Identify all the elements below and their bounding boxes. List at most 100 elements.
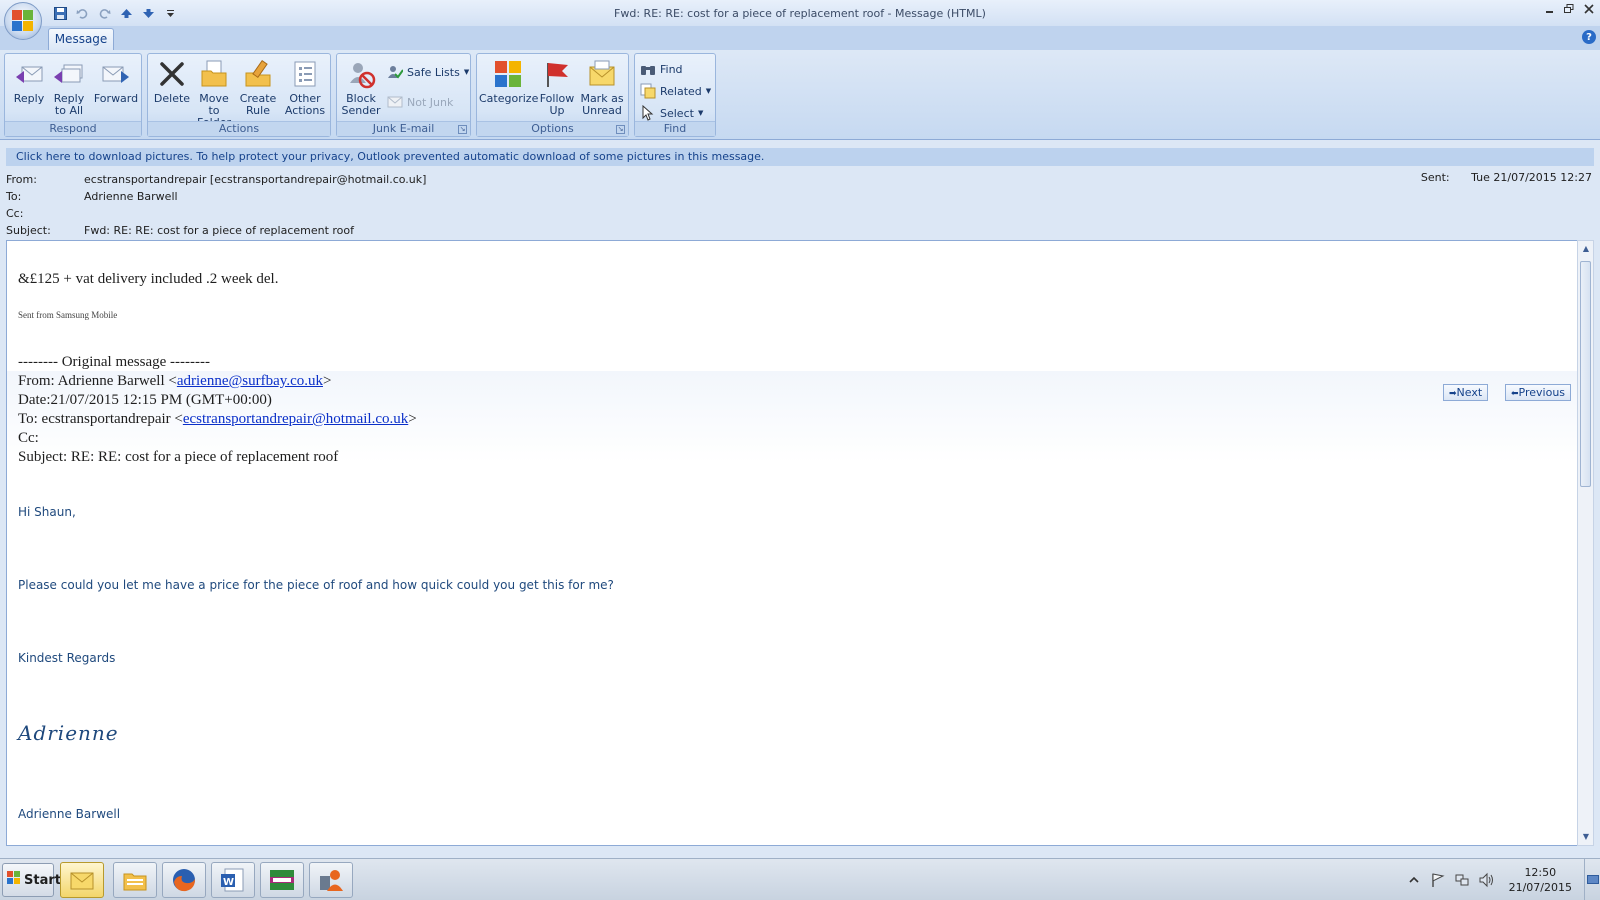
next-arrow-icon: ➡ (1449, 389, 1457, 399)
to-value[interactable]: Adrienne Barwell (84, 190, 178, 203)
help-icon[interactable]: ? (1582, 30, 1596, 44)
safe-lists-icon (387, 64, 403, 80)
previous-message-button[interactable]: ⬅Previous (1505, 384, 1572, 401)
svg-text:W: W (223, 877, 234, 888)
ribbon-tab-strip: Message (0, 26, 1600, 50)
not-junk-button[interactable]: Not Junk (387, 92, 453, 112)
find-label: Find (660, 62, 683, 76)
next-message-button[interactable]: ➡Next (1443, 384, 1489, 401)
sent-row: Sent: Tue 21/07/2015 12:27 (1421, 171, 1592, 184)
group-actions: Delete Move to Folder Create Rule Other … (147, 53, 331, 137)
select-button[interactable]: Select ▼ (640, 103, 703, 123)
options-dialog-launcher-icon[interactable]: ↘ (616, 125, 625, 134)
original-to-email-link[interactable]: ecstransportandrepair@hotmail.co.uk (183, 411, 408, 427)
related-button[interactable]: Related ▼ (640, 81, 711, 101)
safe-lists-button[interactable]: Safe Lists ▼ (387, 62, 469, 82)
previous-label: Previous (1518, 386, 1566, 399)
close-icon[interactable] (1582, 2, 1596, 16)
office-button[interactable] (4, 2, 42, 40)
taskbar-word-icon[interactable]: W (211, 862, 255, 898)
create-rule-button[interactable]: Create Rule (236, 56, 280, 120)
taskbar-clock[interactable]: 12:50 21/07/2015 (1509, 865, 1572, 895)
start-button[interactable]: Start (2, 863, 61, 897)
folder-icon (198, 58, 230, 90)
download-pictures-infobar[interactable]: Click here to download pictures. To help… (6, 148, 1594, 166)
delete-button[interactable]: Delete (150, 56, 194, 120)
other-actions-icon (289, 58, 321, 90)
taskbar-sage-icon[interactable] (260, 862, 304, 898)
delete-icon (156, 58, 188, 90)
action-center-flag-icon[interactable] (1429, 871, 1447, 889)
group-options-label: Options (477, 121, 628, 136)
show-hidden-icons-icon[interactable] (1405, 871, 1423, 889)
move-to-folder-label-1: Move to (199, 92, 229, 117)
original-to-prefix: To: ecstransportandrepair < (18, 411, 183, 427)
sent-from-mobile: Sent from Samsung Mobile (18, 310, 118, 320)
related-icon (640, 83, 656, 99)
volume-icon[interactable] (1477, 871, 1495, 889)
original-date: Date:21/07/2015 12:15 PM (GMT+00:00) (18, 392, 272, 408)
next-label: Next (1456, 386, 1483, 399)
from-label: From: (6, 173, 37, 186)
network-icon[interactable] (1453, 871, 1471, 889)
from-row: From: ecstransportandrepair [ecstranspor… (6, 173, 1006, 187)
clock-date: 21/07/2015 (1508, 881, 1572, 894)
subject-row: Subject: Fwd: RE: RE: cost for a piece o… (6, 224, 1006, 238)
move-to-folder-button[interactable]: Move to Folder (192, 56, 236, 129)
taskbar-user-app-icon[interactable] (309, 862, 353, 898)
to-row: To: Adrienne Barwell (6, 190, 1006, 204)
scroll-up-icon[interactable]: ▲ (1581, 244, 1591, 254)
categorize-button[interactable]: Categorize (479, 56, 538, 120)
reply-all-icon (53, 58, 85, 90)
delete-label: Delete (153, 92, 191, 105)
price-line: &£125 + vat delivery included .2 week de… (18, 271, 279, 287)
restore-icon[interactable] (1562, 2, 1576, 16)
greeting-line: Hi Shaun, (18, 505, 76, 519)
previous-arrow-icon: ⬅ (1511, 389, 1519, 399)
scroll-down-icon[interactable]: ▼ (1581, 832, 1591, 842)
tab-message[interactable]: Message (48, 28, 114, 50)
reply-button[interactable]: Reply (7, 56, 51, 120)
group-junk-email: Block Sender Safe Lists ▼ Not Junk Junk … (336, 53, 471, 137)
scrollbar-thumb[interactable] (1580, 261, 1591, 487)
regards-line: Kindest Regards (18, 651, 116, 665)
other-actions-button[interactable]: Other Actions (282, 56, 328, 120)
block-sender-label-2: Sender (341, 104, 381, 117)
forward-button[interactable]: Forward (91, 56, 141, 120)
group-options: Categorize Follow Up Mark as Unread Opti… (476, 53, 629, 137)
mark-as-unread-label-2: Unread (582, 104, 622, 117)
taskbar-explorer-icon[interactable] (113, 862, 157, 898)
chevron-down-icon: ▼ (705, 87, 712, 95)
reply-icon (13, 58, 45, 90)
find-button[interactable]: Find (640, 59, 683, 79)
original-to-suffix: > (408, 411, 417, 427)
taskbar-outlook-icon[interactable] (60, 862, 104, 898)
forward-icon (100, 58, 132, 90)
block-sender-button[interactable]: Block Sender (339, 56, 383, 120)
follow-up-button[interactable]: Follow Up (535, 56, 579, 120)
taskbar: Start W 12:50 21/07/2015 (0, 858, 1600, 900)
cursor-icon (640, 105, 656, 121)
to-label: To: (6, 190, 22, 203)
message-body[interactable]: &£125 + vat delivery included .2 week de… (6, 240, 1578, 846)
from-value[interactable]: ecstransportandrepair [ecstransportandre… (84, 173, 426, 186)
binoculars-icon (640, 61, 656, 77)
block-sender-icon (345, 58, 377, 90)
original-from-suffix: > (322, 373, 332, 389)
categorize-icon (492, 58, 524, 90)
minimize-icon[interactable] (1542, 2, 1556, 16)
reply-to-all-button[interactable]: Reply to All (47, 56, 91, 120)
related-label: Related (660, 84, 702, 98)
original-from-email-link[interactable]: adrienne@surfbay.co.uk (177, 373, 323, 389)
taskbar-firefox-icon[interactable] (162, 862, 206, 898)
show-desktop-icon[interactable] (1584, 859, 1600, 900)
junk-email-dialog-launcher-icon[interactable]: ↘ (458, 125, 467, 134)
reply-to-all-label-2: to All (54, 104, 84, 117)
reply-label: Reply (13, 92, 45, 105)
mark-as-unread-button[interactable]: Mark as Unread (577, 56, 627, 120)
original-message-header: -------- Original message -------- (18, 354, 210, 370)
vertical-scrollbar[interactable]: ▲ ▼ (1577, 240, 1594, 846)
select-label: Select (660, 106, 694, 120)
system-tray: 12:50 21/07/2015 (1405, 859, 1600, 900)
group-respond-label: Respond (5, 121, 141, 136)
